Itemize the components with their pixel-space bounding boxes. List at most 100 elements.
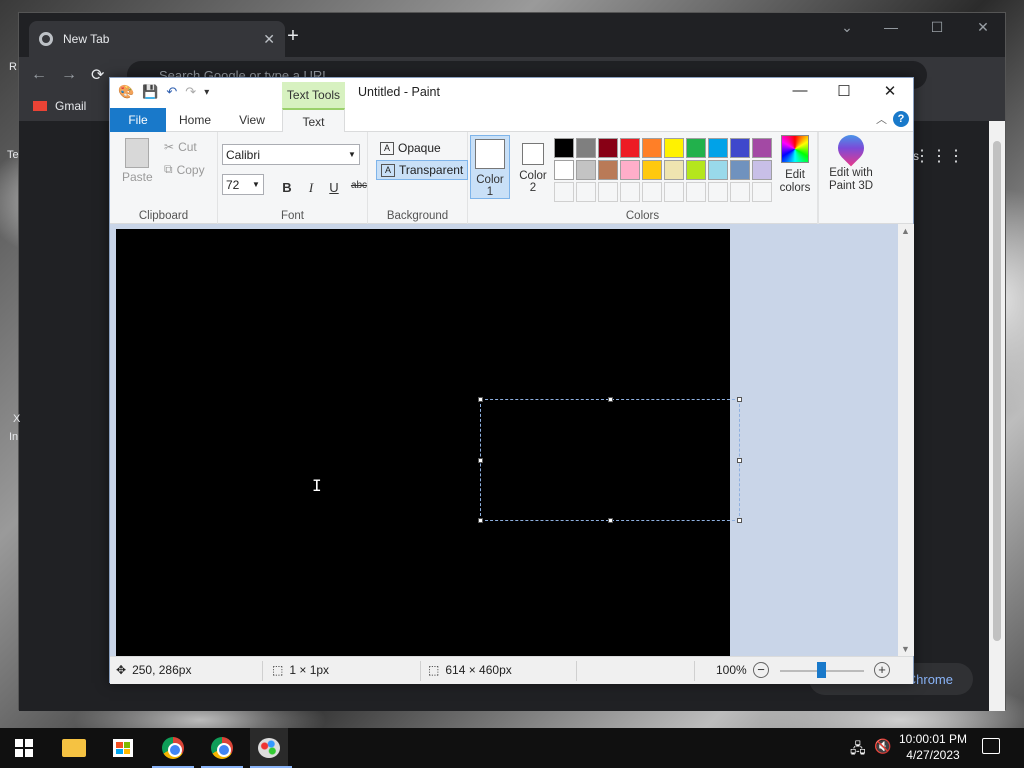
palette-swatch[interactable] xyxy=(576,138,596,158)
palette-swatch[interactable] xyxy=(664,182,684,202)
palette-swatch[interactable] xyxy=(708,138,728,158)
zoom-in-button[interactable]: + xyxy=(874,662,890,678)
scroll-up-icon[interactable]: ▲ xyxy=(901,226,910,236)
strikethrough-button[interactable]: abc xyxy=(348,180,370,191)
redo-icon[interactable]: ↷ xyxy=(185,84,196,100)
palette-swatch[interactable] xyxy=(752,182,772,202)
tab-file[interactable]: File xyxy=(110,108,166,132)
palette-swatch[interactable] xyxy=(576,160,596,180)
network-icon[interactable]: 🖧 xyxy=(850,738,866,762)
color1-button[interactable]: Color 1 xyxy=(470,135,510,199)
paint-taskbar-button[interactable] xyxy=(250,728,288,768)
tab-text[interactable]: Text xyxy=(282,108,345,133)
resize-handle[interactable] xyxy=(737,458,742,463)
clock[interactable]: 10:00:01 PM 4/27/2023 xyxy=(894,731,972,763)
copy-button[interactable]: ⧉ Copy xyxy=(164,162,205,177)
save-icon[interactable]: 💾 xyxy=(142,84,158,100)
palette-swatch[interactable] xyxy=(554,182,574,202)
undo-icon[interactable]: ↶ xyxy=(166,84,177,100)
new-tab-button[interactable]: + xyxy=(279,25,307,48)
palette-swatch[interactable] xyxy=(620,160,640,180)
close-icon[interactable]: ✕ xyxy=(263,31,275,48)
resize-handle[interactable] xyxy=(737,397,742,402)
customize-qat-icon[interactable]: ▾ xyxy=(204,87,209,98)
transparent-option[interactable]: A Transparent xyxy=(376,160,469,180)
palette-swatch[interactable] xyxy=(598,182,618,202)
italic-button[interactable]: I xyxy=(302,180,320,196)
color2-button[interactable]: Color 2 xyxy=(514,135,552,199)
maximize-icon[interactable]: ☐ xyxy=(917,19,957,36)
close-icon[interactable]: ✕ xyxy=(963,19,1003,36)
volume-muted-icon[interactable]: 🔇 xyxy=(874,738,891,755)
close-icon[interactable]: ✕ xyxy=(868,82,912,104)
chrome-button[interactable] xyxy=(208,734,236,762)
chrome-tab[interactable]: New Tab ✕ xyxy=(29,21,285,57)
font-family-select[interactable]: Calibri ▼ xyxy=(222,144,360,165)
paste-button[interactable]: Paste xyxy=(122,138,153,184)
palette-swatch[interactable] xyxy=(664,160,684,180)
resize-handle[interactable] xyxy=(478,397,483,402)
palette-swatch[interactable] xyxy=(686,182,706,202)
store-button[interactable] xyxy=(109,734,137,762)
maximize-icon[interactable]: ☐ xyxy=(822,82,866,104)
resize-handle[interactable] xyxy=(478,458,483,463)
zoom-level: 100% xyxy=(716,663,747,677)
palette-swatch[interactable] xyxy=(620,182,640,202)
resize-handle[interactable] xyxy=(737,518,742,523)
palette-swatch[interactable] xyxy=(664,138,684,158)
help-icon[interactable]: ? xyxy=(893,111,909,127)
apps-grid-icon[interactable]: ⋮⋮⋮ xyxy=(914,146,965,166)
drawing-canvas[interactable] xyxy=(116,229,742,656)
palette-swatch[interactable] xyxy=(686,160,706,180)
file-explorer-button[interactable] xyxy=(60,734,88,762)
edit-with-paint3d-button[interactable]: Edit with Paint 3D xyxy=(822,129,880,193)
palette-swatch[interactable] xyxy=(620,138,640,158)
tab-view[interactable]: View xyxy=(228,108,276,132)
palette-swatch[interactable] xyxy=(708,182,728,202)
zoom-out-button[interactable]: − xyxy=(753,662,769,678)
cut-button[interactable]: ✂ Cut xyxy=(164,140,197,154)
underline-button[interactable]: U xyxy=(325,180,343,195)
minimize-icon[interactable]: — xyxy=(778,82,822,104)
chrome-profile-button[interactable] xyxy=(159,734,187,762)
edit-colors-button[interactable]: Edit colors xyxy=(774,135,816,195)
palette-swatch[interactable] xyxy=(730,138,750,158)
opaque-option[interactable]: A Opaque xyxy=(376,138,445,158)
collapse-ribbon-icon[interactable]: ︿ xyxy=(876,111,887,127)
start-button[interactable] xyxy=(10,734,38,762)
reload-icon[interactable]: ⟳ xyxy=(91,65,104,85)
scroll-thumb[interactable] xyxy=(993,141,1001,641)
canvas-vertical-scrollbar[interactable]: ▲ ▼ xyxy=(898,224,914,656)
palette-swatch[interactable] xyxy=(752,160,772,180)
resize-handle[interactable] xyxy=(608,518,613,523)
minimize-icon[interactable]: — xyxy=(871,19,911,35)
palette-swatch[interactable] xyxy=(598,160,618,180)
paint-app-icon[interactable]: 🎨 xyxy=(118,84,134,100)
scroll-down-icon[interactable]: ▼ xyxy=(901,644,910,654)
palette-swatch[interactable] xyxy=(576,182,596,202)
palette-swatch[interactable] xyxy=(752,138,772,158)
bookmark-gmail[interactable]: Gmail xyxy=(55,99,86,113)
tab-home[interactable]: Home xyxy=(170,108,220,132)
palette-swatch[interactable] xyxy=(642,160,662,180)
palette-swatch[interactable] xyxy=(686,138,706,158)
palette-swatch[interactable] xyxy=(730,182,750,202)
chrome-scrollbar[interactable] xyxy=(989,121,1005,711)
font-size-select[interactable]: 72 ▼ xyxy=(222,174,264,195)
palette-swatch[interactable] xyxy=(708,160,728,180)
forward-icon[interactable]: → xyxy=(61,66,77,84)
bold-button[interactable]: B xyxy=(278,180,296,195)
chevron-down-icon[interactable]: ⌄ xyxy=(827,19,867,36)
resize-handle[interactable] xyxy=(478,518,483,523)
palette-swatch[interactable] xyxy=(642,182,662,202)
text-box-selection[interactable] xyxy=(478,397,742,523)
palette-swatch[interactable] xyxy=(554,160,574,180)
resize-handle[interactable] xyxy=(608,397,613,402)
palette-swatch[interactable] xyxy=(730,160,750,180)
palette-swatch[interactable] xyxy=(554,138,574,158)
notification-icon[interactable] xyxy=(982,738,1000,754)
palette-swatch[interactable] xyxy=(642,138,662,158)
zoom-slider-thumb[interactable] xyxy=(817,662,826,678)
back-icon[interactable]: ← xyxy=(31,66,47,84)
palette-swatch[interactable] xyxy=(598,138,618,158)
